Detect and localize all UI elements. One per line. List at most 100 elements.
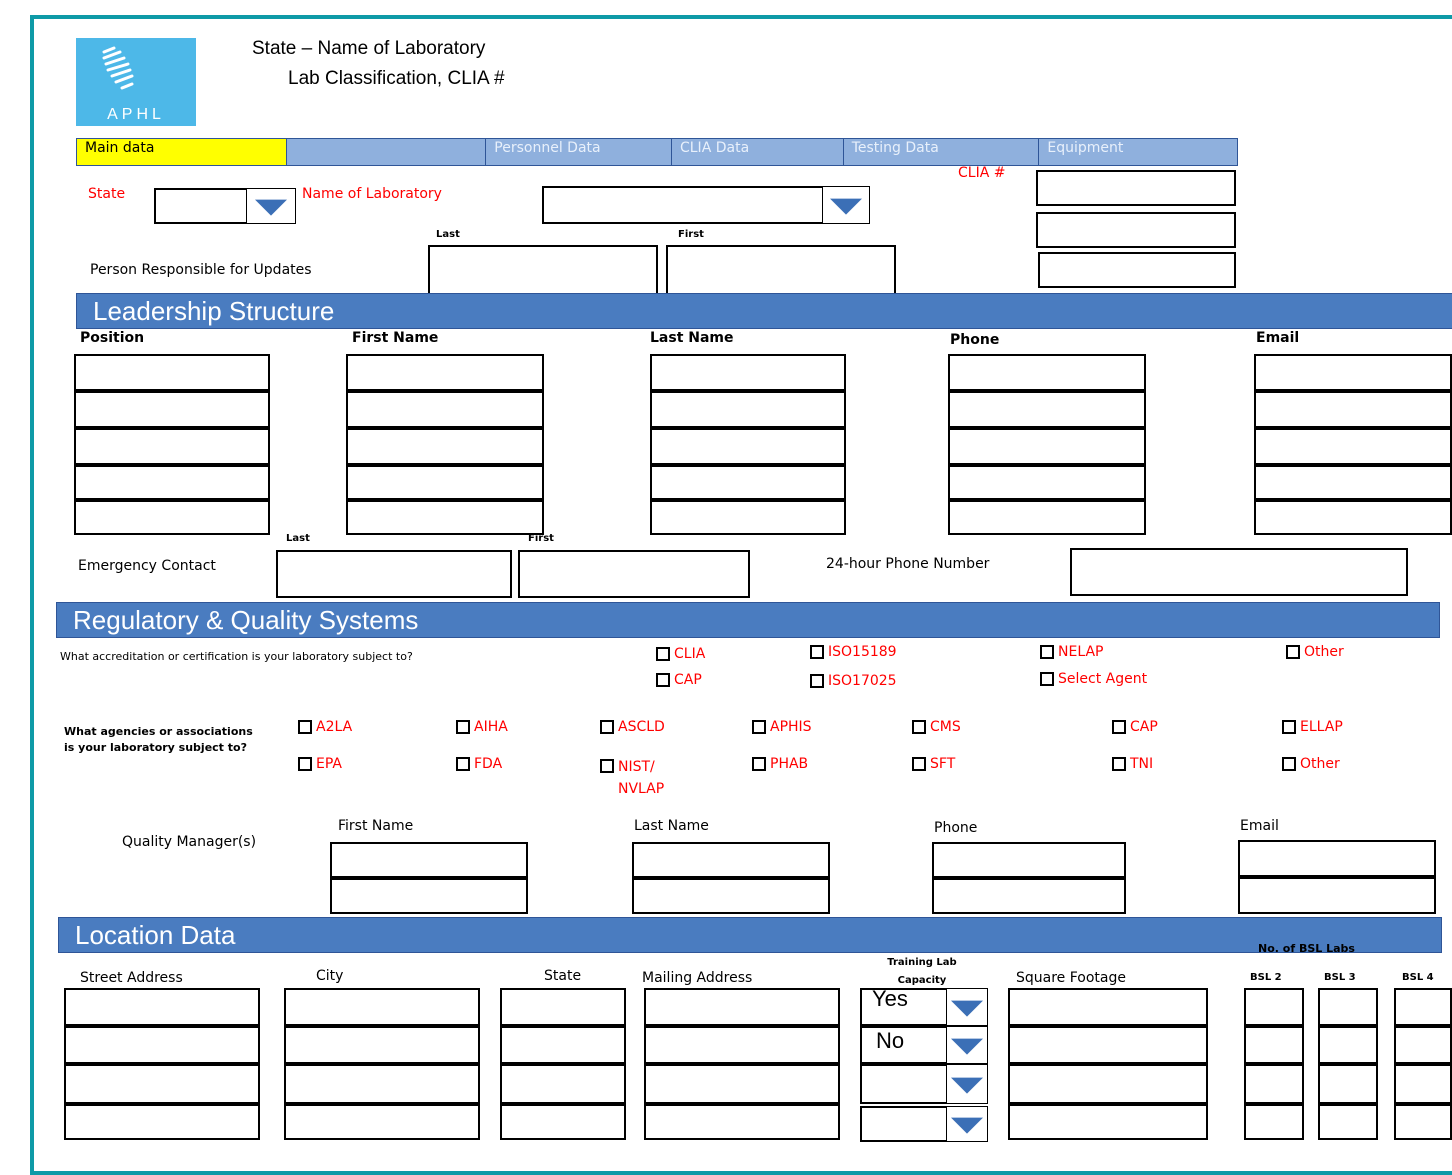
last-name-input[interactable] bbox=[650, 354, 846, 391]
position-input[interactable] bbox=[74, 354, 270, 391]
checkbox-icon[interactable] bbox=[1282, 720, 1296, 734]
square-footage-input[interactable] bbox=[1008, 1104, 1208, 1140]
checkbox-nist-nvlap[interactable]: NIST/ NVLAP bbox=[600, 756, 688, 800]
clia-field-2[interactable] bbox=[1036, 212, 1236, 248]
city-input[interactable] bbox=[284, 1064, 480, 1104]
street-address-input[interactable] bbox=[64, 1026, 260, 1064]
bsl4-input[interactable] bbox=[1394, 1064, 1452, 1104]
checkbox-aphis[interactable]: APHIS bbox=[752, 719, 812, 735]
tab-main-data[interactable]: Main data bbox=[77, 139, 287, 165]
last-name-input[interactable] bbox=[650, 391, 846, 428]
checkbox-icon[interactable] bbox=[912, 757, 926, 771]
bsl4-input[interactable] bbox=[1394, 1104, 1452, 1140]
first-name-input[interactable] bbox=[346, 428, 544, 465]
checkbox-icon[interactable] bbox=[1040, 645, 1054, 659]
mailing-address-input[interactable] bbox=[644, 1026, 840, 1064]
capacity-dropdown-icon[interactable] bbox=[946, 1026, 988, 1064]
square-footage-input[interactable] bbox=[1008, 1064, 1208, 1104]
state-input[interactable] bbox=[500, 1064, 626, 1104]
checkbox-select-agent[interactable]: Select Agent bbox=[1040, 671, 1147, 687]
square-footage-input[interactable] bbox=[1008, 988, 1208, 1026]
bsl3-input[interactable] bbox=[1318, 1026, 1378, 1064]
mailing-address-input[interactable] bbox=[644, 1064, 840, 1104]
state-input[interactable] bbox=[500, 988, 626, 1026]
phone-input[interactable] bbox=[948, 500, 1146, 535]
bsl2-input[interactable] bbox=[1244, 1064, 1304, 1104]
mailing-address-input[interactable] bbox=[644, 988, 840, 1026]
checkbox-agency-other[interactable]: Other bbox=[1282, 756, 1340, 772]
capacity-dropdown-icon[interactable] bbox=[946, 1106, 988, 1142]
state-input[interactable] bbox=[500, 1026, 626, 1064]
email-input[interactable] bbox=[1254, 428, 1452, 465]
bsl3-input[interactable] bbox=[1318, 988, 1378, 1026]
first-name-input[interactable] bbox=[346, 391, 544, 428]
checkbox-iso17025[interactable]: ISO17025 bbox=[810, 673, 897, 689]
checkbox-icon[interactable] bbox=[600, 759, 614, 773]
qm-first-name-input[interactable] bbox=[330, 878, 528, 914]
checkbox-fda[interactable]: FDA bbox=[456, 756, 502, 772]
email-input[interactable] bbox=[1254, 354, 1452, 391]
checkbox-iso15189[interactable]: ISO15189 bbox=[810, 644, 897, 660]
capacity-dropdown-icon[interactable] bbox=[946, 1064, 988, 1104]
checkbox-phab[interactable]: PHAB bbox=[752, 756, 808, 772]
checkbox-icon[interactable] bbox=[1112, 757, 1126, 771]
state-select[interactable] bbox=[154, 188, 248, 224]
position-input[interactable] bbox=[74, 391, 270, 428]
tab-personnel-data[interactable]: Personnel Data bbox=[486, 139, 672, 165]
phone-input[interactable] bbox=[948, 465, 1146, 500]
first-name-input[interactable] bbox=[346, 500, 544, 535]
mailing-address-input[interactable] bbox=[644, 1104, 840, 1140]
city-input[interactable] bbox=[284, 988, 480, 1026]
checkbox-icon[interactable] bbox=[1282, 757, 1296, 771]
bsl2-input[interactable] bbox=[1244, 988, 1304, 1026]
checkbox-a2la[interactable]: A2LA bbox=[298, 719, 352, 735]
checkbox-ascld[interactable]: ASCLD bbox=[600, 719, 665, 735]
checkbox-icon[interactable] bbox=[912, 720, 926, 734]
email-input[interactable] bbox=[1254, 391, 1452, 428]
checkbox-icon[interactable] bbox=[1286, 645, 1300, 659]
checkbox-ellap[interactable]: ELLAP bbox=[1282, 719, 1343, 735]
checkbox-nelap[interactable]: NELAP bbox=[1040, 644, 1103, 660]
tab-equipment[interactable]: Equipment bbox=[1039, 139, 1237, 165]
capacity-dropdown-icon[interactable] bbox=[946, 988, 988, 1026]
clia-field-3[interactable] bbox=[1038, 252, 1236, 288]
checkbox-icon[interactable] bbox=[656, 647, 670, 661]
lab-name-select[interactable] bbox=[542, 186, 824, 224]
person-first-input[interactable] bbox=[666, 245, 896, 295]
qm-email-input[interactable] bbox=[1238, 877, 1436, 914]
qm-phone-input[interactable] bbox=[932, 842, 1126, 878]
checkbox-icon[interactable] bbox=[656, 673, 670, 687]
checkbox-icon[interactable] bbox=[456, 757, 470, 771]
tab-clia-data[interactable]: CLIA Data bbox=[671, 139, 844, 165]
email-input[interactable] bbox=[1254, 465, 1452, 500]
qm-phone-input[interactable] bbox=[932, 878, 1126, 914]
checkbox-icon[interactable] bbox=[810, 674, 824, 688]
emergency-first-input[interactable] bbox=[518, 550, 750, 598]
checkbox-icon[interactable] bbox=[298, 720, 312, 734]
bsl2-input[interactable] bbox=[1244, 1026, 1304, 1064]
phone-input[interactable] bbox=[948, 391, 1146, 428]
emergency-last-input[interactable] bbox=[276, 550, 512, 598]
qm-email-input[interactable] bbox=[1238, 840, 1436, 877]
qm-first-name-input[interactable] bbox=[330, 842, 528, 878]
checkbox-icon[interactable] bbox=[1112, 720, 1126, 734]
checkbox-tni[interactable]: TNI bbox=[1112, 756, 1153, 772]
street-address-input[interactable] bbox=[64, 1064, 260, 1104]
bsl3-input[interactable] bbox=[1318, 1064, 1378, 1104]
clia-field-1[interactable] bbox=[1036, 170, 1236, 206]
phone-24h-input[interactable] bbox=[1070, 548, 1408, 596]
checkbox-cap-agency[interactable]: CAP bbox=[1112, 719, 1158, 735]
last-name-input[interactable] bbox=[650, 500, 846, 535]
city-input[interactable] bbox=[284, 1104, 480, 1140]
checkbox-cms[interactable]: CMS bbox=[912, 719, 961, 735]
checkbox-aiha[interactable]: AIHA bbox=[456, 719, 508, 735]
checkbox-icon[interactable] bbox=[752, 720, 766, 734]
checkbox-icon[interactable] bbox=[600, 720, 614, 734]
checkbox-sft[interactable]: SFT bbox=[912, 756, 955, 772]
phone-input[interactable] bbox=[948, 428, 1146, 465]
checkbox-icon[interactable] bbox=[752, 757, 766, 771]
person-last-input[interactable] bbox=[428, 245, 658, 295]
capacity-select[interactable] bbox=[860, 1064, 948, 1104]
square-footage-input[interactable] bbox=[1008, 1026, 1208, 1064]
email-input[interactable] bbox=[1254, 500, 1452, 535]
